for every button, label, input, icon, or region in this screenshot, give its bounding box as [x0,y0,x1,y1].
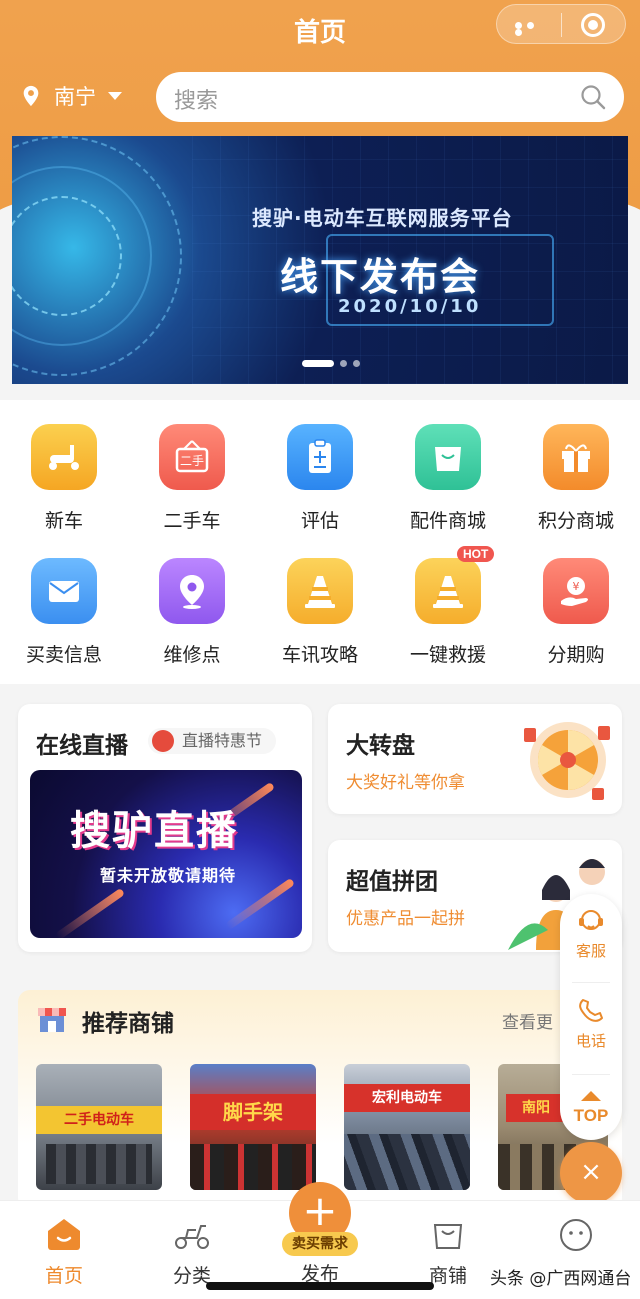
customer-service-button[interactable]: 客服 [560,906,622,961]
live-image-subtitle: 暂未开放敬请期待 [100,866,237,885]
grid-label: 新车 [44,510,83,532]
grid-item-trade-info[interactable]: 买卖信息 [0,558,128,667]
location-icon [23,85,39,107]
grid-item-car-news[interactable]: 车讯攻略 [256,558,384,667]
banner-title: 线下发布会 [280,255,481,299]
shop-card[interactable]: 宏利电动车 [344,1064,470,1190]
bag-outline-icon [433,1224,463,1249]
shop-awning-icon [38,1008,66,1032]
banner-carousel[interactable]: 搜驴·电动车互联网服务平台 线下发布会 2020/10/10 [12,136,628,384]
tab-label: 首页 [44,1265,83,1287]
live-banner-image[interactable]: 搜驴直播 暂未开放敬请期待 [30,770,302,938]
grid-label: 积分商城 [537,510,614,532]
recommended-shops: 推荐商铺 查看更 二手电动车 脚手架 宏利电动车 南阳 [18,990,622,1210]
search-icon[interactable] [580,84,606,110]
tab-home[interactable]: 首页 [0,1217,128,1288]
banner-subtitle: 搜驴·电动车互联网服务平台 [252,206,513,230]
home-indicator[interactable] [206,1282,434,1290]
grid-label: 二手车 [163,510,221,532]
envelope-icon [31,558,97,624]
location-pin-icon [159,558,225,624]
lucky-wheel-card[interactable]: 大转盘 大奖好礼等你拿 [328,704,622,814]
grid-item-evaluate[interactable]: 评估 [256,424,384,533]
grid-label: 一键救援 [409,644,486,666]
shop-card[interactable]: 二手电动车 [36,1064,162,1190]
grid-item-points-mall[interactable]: 积分商城 [512,424,640,533]
city-name: 南宁 [54,85,96,109]
banner-date: 2020/10/10 [338,296,482,317]
feature-grid: 新车 二手 二手车 评估 配件商城 积分商城 买卖信息 维修点 车讯攻略 HOT… [0,400,640,684]
smiley-icon [560,1219,592,1251]
shop-sign: 二手电动车 [36,1106,162,1134]
group-title: 超值拼团 [346,869,438,895]
grid-item-parts-mall[interactable]: 配件商城 [384,424,512,533]
group-subtitle: 优惠产品一起拼 [346,909,465,929]
grid-label: 维修点 [163,644,221,666]
hot-badge: HOT [457,546,495,562]
grid-item-new-car[interactable]: 新车 [0,424,128,533]
traffic-cone-icon: HOT [415,546,495,624]
phone-button[interactable]: 电话 [560,996,622,1051]
clipboard-icon [287,424,353,490]
yuan-hand-icon: ¥ [543,558,609,624]
traffic-cone-icon [287,558,353,624]
live-title: 在线直播 [36,733,128,759]
grid-item-used-car[interactable]: 二手 二手车 [128,424,256,533]
shop-sign: 宏利电动车 [344,1084,470,1112]
back-to-top-button[interactable]: TOP [560,1086,622,1126]
wheel-subtitle: 大奖好礼等你拿 [346,773,465,793]
live-badge[interactable]: 直播特惠节 [148,728,277,754]
secondhand-sign-icon: 二手 [159,424,225,490]
floating-service-bar: 客服 电话 TOP [560,894,622,1140]
shop-sign: 南阳 [506,1094,566,1122]
caret-down-icon [108,92,122,100]
scooter-outline-icon [175,1225,209,1249]
phone-icon [579,999,603,1022]
grid-item-installment[interactable]: ¥ 分期购 [512,558,640,667]
gift-icon [543,424,609,490]
shops-title: 推荐商铺 [82,1011,174,1037]
shops-more-link[interactable]: 查看更 [502,1008,553,1033]
headset-icon [579,910,603,930]
phone-label: 电话 [575,1032,606,1050]
search-input[interactable]: 搜索 [156,72,624,122]
shop-card[interactable]: 脚手架 [190,1064,316,1190]
tab-profile[interactable] [512,1217,640,1263]
watermark: 头条 @广西网通台 [490,1269,632,1289]
close-target-icon[interactable] [581,13,605,37]
prize-wheel-icon [524,722,610,800]
shop-sign: 脚手架 [190,1094,316,1130]
carousel-indicator [302,360,366,367]
mini-program-capsule[interactable] [496,4,626,44]
arrow-up-icon [581,1091,601,1101]
svg-text:¥: ¥ [573,580,580,593]
publish-tag[interactable]: 卖买需求 [282,1232,358,1256]
more-icon[interactable] [515,22,547,36]
tab-category[interactable]: 分类 [128,1217,256,1288]
grid-label: 分期购 [547,644,605,666]
live-bars-icon [152,730,174,752]
live-image-title: 搜驴直播 [70,808,238,854]
close-float-button[interactable]: × [560,1142,622,1204]
grid-item-repair-point[interactable]: 维修点 [128,558,256,667]
grid-label: 评估 [300,510,339,532]
live-card[interactable]: 在线直播 直播特惠节 搜驴直播 暂未开放敬请期待 [18,704,312,952]
home-icon [48,1219,80,1250]
shopping-bag-icon [415,424,481,490]
grid-label: 配件商城 [409,510,486,532]
search-placeholder: 搜索 [174,89,219,114]
grid-item-rescue[interactable]: HOT 一键救援 [384,546,512,667]
city-selector[interactable]: 南宁 [20,80,122,112]
customer-service-label: 客服 [575,942,606,960]
grid-label: 买卖信息 [25,644,102,666]
svg-text:二手: 二手 [180,454,204,468]
wheel-title: 大转盘 [346,733,415,759]
scooter-icon [31,424,97,490]
grid-label: 车讯攻略 [281,644,358,666]
top-label: TOP [573,1106,609,1125]
